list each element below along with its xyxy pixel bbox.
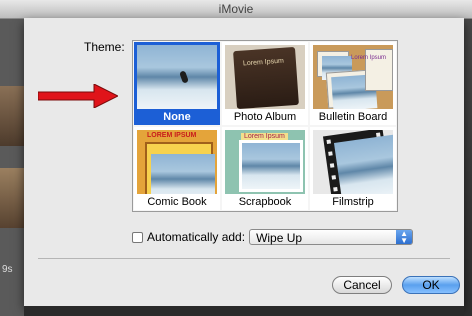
auto-add-label: Automatically add: bbox=[147, 230, 246, 244]
chevron-updown-icon: ▲ ▼ bbox=[396, 230, 413, 245]
theme-photo-album[interactable]: Lorem Ipsum Photo Album bbox=[222, 42, 308, 125]
scrapbook-tag-text: Lorem Ipsum bbox=[241, 133, 288, 140]
theme-label-bulletin-board: Bulletin Board bbox=[318, 111, 388, 123]
window-title: iMovie bbox=[0, 0, 472, 19]
clip-thumbnail[interactable] bbox=[0, 168, 24, 228]
theme-scrapbook-preview: Lorem Ipsum bbox=[225, 130, 305, 194]
separator bbox=[38, 258, 450, 259]
bottom-toolbar bbox=[24, 306, 464, 316]
theme-grid: None Lorem Ipsum Photo Album Lorem Ipsum… bbox=[132, 40, 398, 212]
clip-duration: 9s bbox=[2, 264, 13, 275]
theme-comic-book-preview: LOREM IPSUM bbox=[137, 130, 217, 194]
auto-add-checkbox[interactable] bbox=[132, 231, 143, 243]
auto-add-row: Automatically add: Wipe Up ▲ ▼ bbox=[132, 228, 414, 246]
theme-scrapbook[interactable]: Lorem Ipsum Scrapbook bbox=[222, 127, 308, 210]
theme-filmstrip-preview bbox=[313, 130, 393, 194]
theme-photo-album-preview: Lorem Ipsum bbox=[225, 45, 305, 109]
theme-bulletin-board-preview: Lorem Ipsum bbox=[313, 45, 393, 109]
theme-label-photo-album: Photo Album bbox=[233, 111, 297, 123]
theme-bulletin-board[interactable]: Lorem Ipsum Bulletin Board bbox=[310, 42, 396, 125]
theme-comic-book[interactable]: LOREM IPSUM Comic Book bbox=[134, 127, 220, 210]
transition-select-value: Wipe Up bbox=[256, 231, 303, 245]
red-arrow-icon bbox=[38, 84, 118, 108]
transition-select[interactable]: Wipe Up ▲ ▼ bbox=[249, 229, 414, 245]
theme-none[interactable]: None bbox=[134, 42, 220, 125]
theme-label-comic-book: Comic Book bbox=[147, 196, 207, 208]
theme-none-preview bbox=[137, 45, 217, 109]
theme-dialog: Theme: None Lorem Ipsum Photo Album Lore… bbox=[24, 18, 464, 306]
ok-button[interactable]: OK bbox=[402, 276, 460, 294]
theme-filmstrip[interactable]: Filmstrip bbox=[310, 127, 396, 210]
comic-banner-text: LOREM IPSUM bbox=[147, 132, 197, 139]
bulletin-note-text: Lorem Ipsum bbox=[351, 55, 387, 61]
theme-label: Theme: bbox=[84, 40, 125, 54]
cancel-button[interactable]: Cancel bbox=[332, 276, 392, 294]
theme-label-none: None bbox=[163, 111, 191, 123]
clip-thumbnail[interactable] bbox=[0, 86, 24, 146]
theme-label-scrapbook: Scrapbook bbox=[238, 196, 292, 208]
theme-label-filmstrip: Filmstrip bbox=[332, 196, 374, 208]
